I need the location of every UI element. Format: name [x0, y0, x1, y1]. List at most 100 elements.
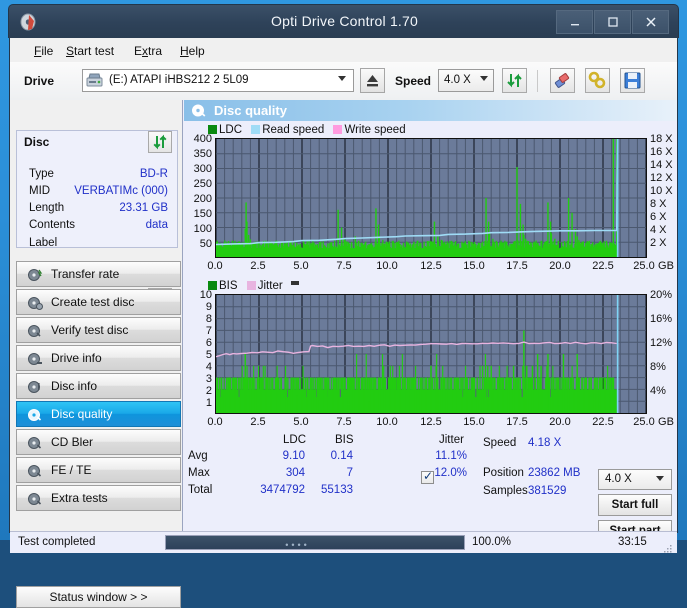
ldc-y2tick-8: 8 X — [650, 198, 667, 210]
legend-label-bis: BIS — [219, 280, 238, 292]
stats-samples-label: Samples — [483, 485, 528, 497]
save-icon[interactable] — [620, 68, 645, 93]
stats-position-label: Position — [483, 467, 524, 479]
client-area: FFileile Start test Extra Help Drive (E:… — [9, 38, 678, 533]
status-bar: Test completed •••• 100.0% 33:15 — [10, 531, 677, 553]
menu-help[interactable]: Help — [174, 42, 211, 60]
bis-ytick-6: 6 — [184, 337, 212, 349]
progress-fill — [166, 536, 464, 549]
sidebar-item-extra-tests[interactable]: Extra tests — [16, 485, 181, 511]
drive-icon — [86, 73, 103, 88]
bis-xtick-15: 15.0 — [457, 416, 491, 428]
bis-xtick-7_5: 7.5 — [327, 416, 361, 428]
legend-label-ldc: LDC — [219, 124, 242, 136]
sidebar-item-label: Verify test disc — [51, 323, 128, 337]
chevron-down-icon[interactable] — [656, 476, 664, 481]
bis-ytick-3: 3 — [184, 373, 212, 385]
refresh-icon[interactable] — [502, 68, 527, 93]
bis-xtick-20: 20.0 — [543, 416, 577, 428]
refresh-icon[interactable] — [148, 131, 172, 153]
ldc-xtick-2_5: 2.5 — [241, 260, 275, 272]
sidebar-item-transfer-rate[interactable]: Transfer rate — [16, 261, 181, 287]
ldc-xtick-7_5: 7.5 — [327, 260, 361, 272]
ldc-xtick-0: 0.0 — [198, 260, 232, 272]
sidebar-item-label: Create test disc — [51, 295, 134, 309]
jitter-checkbox[interactable]: ✓ — [421, 471, 434, 484]
bis-y2tick-4: 4% — [650, 385, 666, 397]
stats-col-bis-header: BIS — [335, 434, 354, 446]
close-button[interactable] — [632, 10, 669, 34]
minimize-button[interactable] — [556, 10, 593, 34]
disc-verify-icon — [27, 323, 43, 339]
ldc-y2tick-10: 10 X — [650, 185, 673, 197]
stats-ldc-total: 3474792 — [231, 484, 305, 496]
sidebar: Disc Type BD-R MID VERBATIMc (000) Lengt… — [10, 100, 182, 531]
ldc-ytick-250: 250 — [184, 178, 212, 190]
sidebar-item-disc-quality[interactable]: Disc quality — [16, 401, 181, 427]
bis-xtick-0: 0.0 — [198, 416, 232, 428]
legend-swatch-read-speed — [251, 125, 260, 134]
stats-col-jitter-header: Jitter — [439, 434, 464, 446]
sidebar-item-fe-te[interactable]: FE / TE — [16, 457, 181, 483]
legend-label-jitter: Jitter — [258, 280, 283, 292]
legend-swatch-write-speed — [333, 125, 342, 134]
ldc-y2tick-12: 12 X — [650, 172, 673, 184]
ldc-ytick-200: 200 — [184, 193, 212, 205]
ldc-ytick-100: 100 — [184, 223, 212, 235]
bis-ytick-10: 10 — [184, 289, 212, 301]
bis-xtick-22_5: 22.5 — [586, 416, 620, 428]
bis-y2tick-16: 16% — [650, 313, 672, 325]
maximize-button[interactable] — [594, 10, 631, 34]
stats-row-avg-label: Avg — [188, 450, 208, 462]
drive-select[interactable]: (E:) ATAPI iHBS212 2 5L09 — [82, 69, 354, 92]
sidebar-item-verify-test-disc[interactable]: Verify test disc — [16, 317, 181, 343]
bis-ytick-5: 5 — [184, 349, 212, 361]
ldc-y2tick-6: 6 X — [650, 211, 667, 223]
resize-grip[interactable] — [663, 541, 673, 551]
ldc-y2tick-14: 14 X — [650, 159, 673, 171]
ldc-xtick-22_5: 22.5 — [586, 260, 620, 272]
disc-quality-panel: Disc quality LDC Read speed Write speed … — [182, 100, 677, 531]
bis-xtick-12_5: 12.5 — [414, 416, 448, 428]
legend-swatch-jitter — [247, 281, 256, 290]
stats-ldc-avg: 9.10 — [243, 450, 305, 462]
sidebar-item-cd-bler[interactable]: CD Bler — [16, 429, 181, 455]
elapsed-time: 33:15 — [618, 536, 647, 548]
ldc-xaxis-unit: GB — [655, 260, 677, 272]
bis-xaxis-unit: GB — [655, 416, 677, 428]
disc-create-icon — [27, 295, 43, 311]
disc-fete-icon — [27, 463, 43, 479]
menu-file[interactable]: FFileile — [28, 42, 59, 60]
bis-xtick-10: 10.0 — [370, 416, 404, 428]
eraser-icon[interactable] — [550, 68, 575, 93]
sidebar-item-disc-info[interactable]: Disc info — [16, 373, 181, 399]
bis-ytick-9: 9 — [184, 301, 212, 313]
ldc-y2tick-18: 18 X — [650, 133, 673, 145]
menu-start-test[interactable]: Start test — [60, 42, 120, 60]
ldc-xtick-20: 20.0 — [543, 260, 577, 272]
stats-ldc-max: 304 — [243, 467, 305, 479]
disc-mid-label: MID — [29, 185, 50, 197]
ldc-ytick-150: 150 — [184, 208, 212, 220]
progress-bar: •••• — [165, 535, 465, 550]
status-window-button[interactable]: Status window > > — [16, 586, 181, 608]
sidebar-item-drive-info[interactable]: Drive info — [16, 345, 181, 371]
bis-y2tick-20: 20% — [650, 289, 672, 301]
tools-icon[interactable] — [585, 68, 610, 93]
disc-transfer-icon — [27, 267, 43, 283]
eject-button[interactable] — [360, 68, 385, 93]
ldc-xtick-15: 15.0 — [457, 260, 491, 272]
disc-info-icon — [27, 379, 43, 395]
chevron-down-icon[interactable] — [338, 76, 346, 81]
start-full-button[interactable]: Start full — [598, 494, 672, 516]
menu-extra[interactable]: Extra — [128, 42, 168, 60]
ldc-chart: LDC Read speed Write speed 400 350 300 2… — [184, 121, 677, 278]
stats-jitter-max: 12.0% — [411, 467, 467, 479]
chevron-down-icon[interactable] — [480, 76, 488, 81]
title-bar: Opti Drive Control 1.70 — [8, 4, 679, 38]
bis-ytick-7: 7 — [184, 325, 212, 337]
disc-label-label: Label — [29, 237, 57, 249]
disc-contents-label: Contents — [29, 219, 75, 231]
sidebar-item-create-test-disc[interactable]: Create test disc — [16, 289, 181, 315]
app-window: Opti Drive Control 1.70 FFileile Start t… — [0, 0, 687, 540]
